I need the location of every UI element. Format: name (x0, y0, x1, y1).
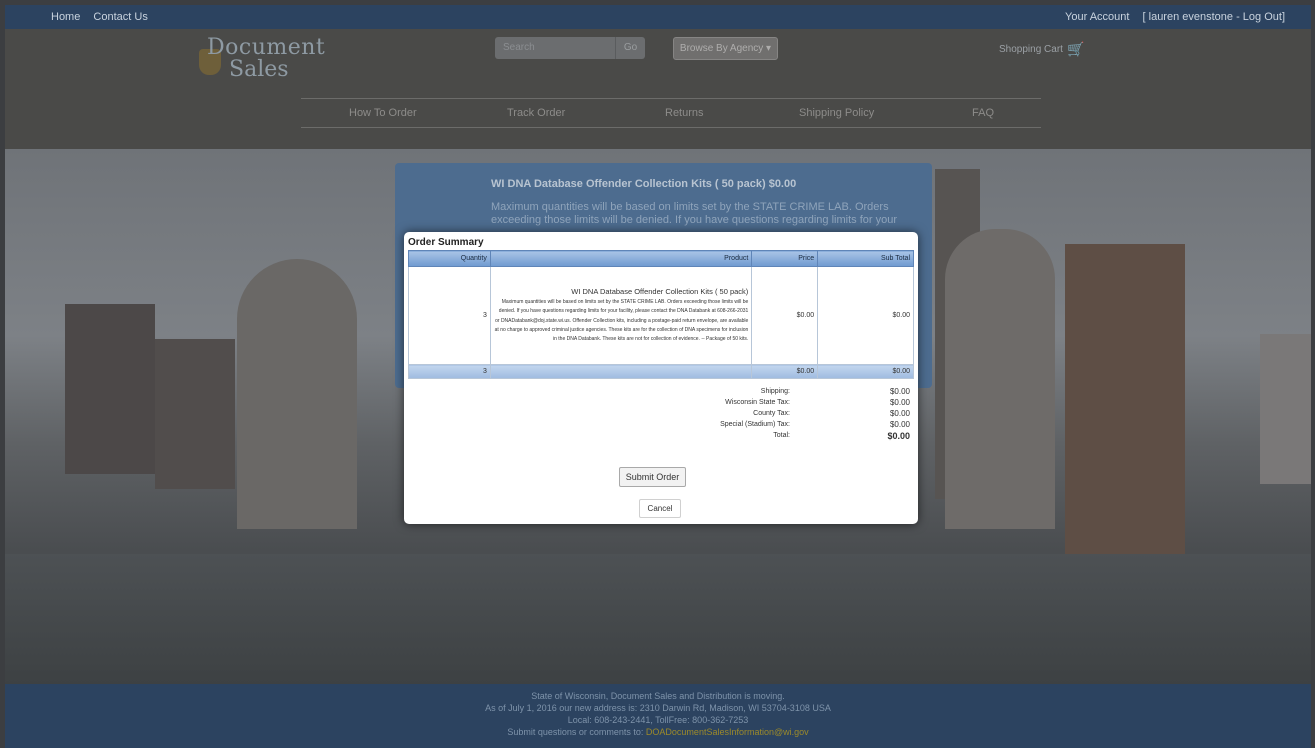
stadium-tax-value: $0.00 (889, 420, 910, 429)
main-nav: How To Order Track Order Returns Shippin… (301, 98, 1041, 128)
top-bar-left: Home Contact Us (51, 11, 158, 23)
logout-link[interactable]: [ lauren evenstone - Log Out] (1143, 11, 1285, 23)
column-header-price: Price (751, 250, 819, 267)
table-row: 3 WI DNA Database Offender Collection Ki… (408, 266, 914, 365)
search-input[interactable]: Search (503, 42, 535, 53)
building-shape (1260, 334, 1311, 484)
account-link[interactable]: Your Account (1065, 11, 1129, 23)
order-summary-modal: Order Summary Quantity Product Price Sub… (404, 232, 918, 524)
shipping-label: Shipping: (760, 388, 790, 395)
column-header-subtotal: Sub Total (817, 250, 914, 267)
stadium-tax-row: Special (Stadium) Tax: $0.00 (408, 420, 914, 431)
shipping-row: Shipping: $0.00 (408, 387, 914, 398)
grand-total-label: Total: (773, 432, 790, 439)
total-subtotal: $0.00 (817, 364, 914, 379)
submit-order-button[interactable]: Submit Order (619, 467, 686, 487)
shopping-cart-link[interactable]: Shopping Cart 🛒 (999, 41, 1084, 58)
shipping-value: $0.00 (889, 387, 910, 396)
grand-total-row: Total: $0.00 (408, 431, 914, 442)
top-bar: Home Contact Us Your Account [ lauren ev… (5, 5, 1311, 29)
site-logo[interactable]: Document Sales (195, 35, 335, 82)
product-card-description: Maximum quantities will be based on limi… (491, 201, 897, 226)
state-tax-label: Wisconsin State Tax: (725, 399, 790, 406)
table-header-row: Quantity Product Price Sub Total (408, 250, 914, 267)
nav-returns[interactable]: Returns (665, 107, 704, 119)
shopping-cart-label: Shopping Cart (999, 44, 1063, 56)
column-header-quantity: Quantity (408, 250, 491, 267)
stadium-tax-label: Special (Stadium) Tax: (720, 421, 790, 428)
building-shape (237, 259, 357, 529)
search-box[interactable]: Search Go (495, 37, 645, 59)
item-product-description: Maximum quantities will be based on limi… (494, 298, 749, 343)
search-go-button[interactable]: Go (615, 37, 645, 59)
logo-line-2: Sales (229, 57, 289, 82)
contact-link[interactable]: Contact Us (93, 11, 147, 23)
footer-email-link[interactable]: DOADocumentSalesInformation@wi.gov (646, 727, 809, 737)
footer-line-3: Local: 608-243-2441, TollFree: 800-362-7… (567, 715, 749, 725)
building-shape (65, 304, 155, 474)
modal-title: Order Summary (408, 237, 484, 248)
total-price: $0.00 (751, 364, 819, 379)
total-product-empty (489, 364, 753, 379)
site-header: Document Sales Search Go Browse By Agenc… (5, 29, 1311, 149)
shopping-cart-icon: 🛒 (1066, 41, 1085, 57)
item-subtotal: $0.00 (817, 266, 914, 365)
state-tax-row: Wisconsin State Tax: $0.00 (408, 398, 914, 409)
item-quantity: 3 (408, 266, 491, 365)
site-footer: State of Wisconsin, Document Sales and D… (5, 684, 1311, 748)
browse-by-agency-dropdown[interactable]: Browse By Agency ▾ (673, 37, 778, 60)
county-tax-row: County Tax: $0.00 (408, 409, 914, 420)
county-tax-value: $0.00 (889, 409, 910, 418)
state-tax-value: $0.00 (889, 398, 910, 407)
total-quantity: 3 (408, 364, 491, 379)
cancel-button[interactable]: Cancel (639, 499, 681, 518)
footer-line-4: Submit questions or comments to: DOADocu… (5, 726, 1311, 738)
column-header-product: Product (489, 250, 753, 267)
item-product: WI DNA Database Offender Collection Kits… (489, 266, 753, 365)
lake-water (5, 554, 1311, 684)
building-shape (1065, 244, 1185, 564)
grand-total-value: $0.00 (887, 431, 910, 441)
table-total-row: 3 $0.00 $0.00 (408, 364, 914, 379)
nav-how-to-order[interactable]: How To Order (349, 107, 417, 119)
building-shape (945, 229, 1055, 529)
footer-line-1: State of Wisconsin, Document Sales and D… (531, 691, 785, 701)
nav-faq[interactable]: FAQ (972, 107, 994, 119)
footer-contact-prefix: Submit questions or comments to: (507, 727, 646, 737)
top-bar-right: Your Account [ lauren evenstone - Log Ou… (1055, 11, 1285, 23)
home-link[interactable]: Home (51, 11, 80, 23)
order-totals: Shipping: $0.00 Wisconsin State Tax: $0.… (408, 387, 914, 442)
footer-line-2: As of July 1, 2016 our new address is: 2… (485, 703, 831, 713)
item-price: $0.00 (751, 266, 819, 365)
product-card-title: WI DNA Database Offender Collection Kits… (491, 178, 797, 190)
county-tax-label: County Tax: (753, 410, 790, 417)
nav-track-order[interactable]: Track Order (507, 107, 565, 119)
item-product-title: WI DNA Database Offender Collection Kits… (571, 286, 749, 296)
order-summary-table: Quantity Product Price Sub Total 3 WI DN… (408, 250, 914, 379)
building-shape (155, 339, 235, 489)
nav-shipping-policy[interactable]: Shipping Policy (799, 107, 874, 119)
